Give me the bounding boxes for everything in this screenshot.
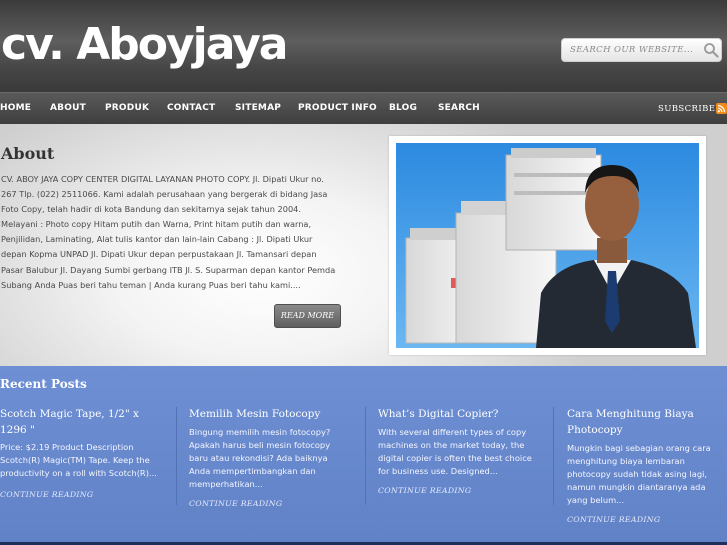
featured-section: About CV. ABOY JAYA COPY CENTER DIGITAL … xyxy=(0,124,727,366)
post-divider xyxy=(365,407,366,505)
rss-icon[interactable] xyxy=(716,103,727,114)
featured-photo[interactable] xyxy=(396,143,699,348)
post-excerpt: Mungkin bagi sebagian orang cara menghit… xyxy=(567,443,711,505)
nav-blog[interactable]: BLOG xyxy=(389,103,417,113)
search-placeholder: SEARCH OUR WEBSITE... xyxy=(570,45,694,55)
nav-search[interactable]: SEARCH xyxy=(438,103,480,113)
recent-posts-heading: Recent Posts xyxy=(0,377,87,391)
continue-reading-link[interactable]: CONTINUE READING xyxy=(378,486,471,495)
nav-sitemap[interactable]: SITEMAP xyxy=(235,103,281,113)
continue-reading-link[interactable]: CONTINUE READING xyxy=(567,515,660,524)
nav-home[interactable]: HOME xyxy=(0,103,31,113)
nav-about[interactable]: ABOUT xyxy=(50,103,86,113)
post-title[interactable]: What’s Digital Copier? xyxy=(378,406,543,422)
post-divider xyxy=(553,407,554,505)
featured-title[interactable]: About xyxy=(1,144,54,163)
continue-reading-link[interactable]: CONTINUE READING xyxy=(189,499,282,508)
post-excerpt: Price: $2.19 Product Description Scotch(… xyxy=(0,442,157,478)
site-header: cv. Aboyjaya SEARCH OUR WEBSITE... xyxy=(0,0,727,92)
featured-image-frame xyxy=(389,136,706,355)
search-icon[interactable] xyxy=(703,42,719,58)
post-divider xyxy=(176,407,177,505)
recent-posts-section: Recent Posts Scotch Magic Tape, 1/2" x 1… xyxy=(0,366,727,542)
nav-product-info[interactable]: PRODUCT INFO xyxy=(298,103,377,113)
read-more-button[interactable]: READ MORE xyxy=(274,304,341,328)
featured-text: CV. ABOY JAYA COPY CENTER DIGITAL LAYANA… xyxy=(1,174,336,290)
post-title[interactable]: Scotch Magic Tape, 1/2" x 1296 " xyxy=(0,406,165,438)
search-input[interactable]: SEARCH OUR WEBSITE... xyxy=(561,38,722,62)
post-title[interactable]: Cara Menghitung Biaya Photocopy xyxy=(567,406,707,438)
continue-reading-link[interactable]: CONTINUE READING xyxy=(0,490,93,499)
site-logo[interactable]: cv. Aboyjaya xyxy=(1,17,288,73)
post-excerpt: With several different types of copy mac… xyxy=(378,427,532,476)
post-excerpt: Bingung memilih mesin fotocopy? Apakah h… xyxy=(189,427,331,489)
nav-produk[interactable]: PRODUK xyxy=(105,103,149,113)
nav-contact[interactable]: CONTACT xyxy=(167,103,215,113)
subscribe-link[interactable]: SUBSCRIBE xyxy=(658,104,715,114)
main-nav: HOME ABOUT PRODUK CONTACT SITEMAP PRODUC… xyxy=(0,92,727,124)
post-title[interactable]: Memilih Mesin Fotocopy xyxy=(189,406,354,422)
